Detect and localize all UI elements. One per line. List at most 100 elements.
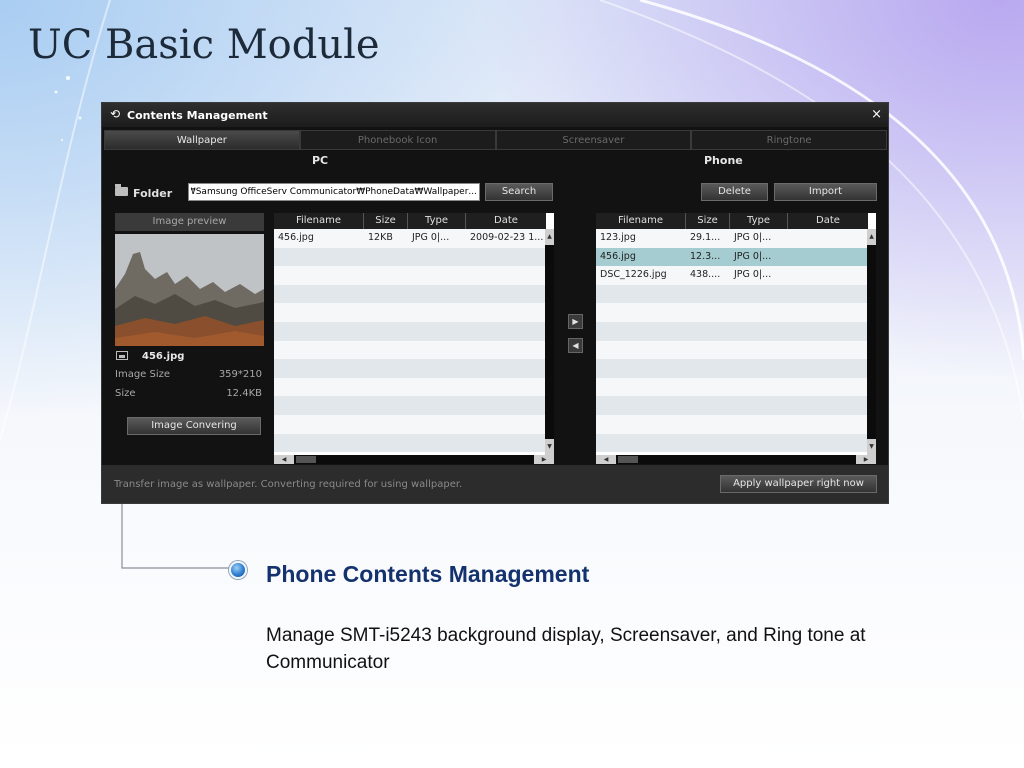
tab-wallpaper[interactable]: Wallpaper: [104, 130, 300, 150]
table-row[interactable]: [596, 321, 868, 341]
import-button[interactable]: Import: [774, 183, 877, 201]
scroll-thumb[interactable]: [296, 456, 316, 463]
phone-section-label: Phone: [704, 154, 743, 167]
size-value: 12.4KB: [226, 388, 262, 399]
table-row[interactable]: [596, 284, 868, 304]
cell-filename: 123.jpg: [600, 232, 636, 243]
image-size-value: 359*210: [218, 369, 262, 380]
pc-vertical-scrollbar[interactable]: ▲ ▼: [545, 229, 554, 455]
cell-size: 438....: [690, 269, 721, 281]
cell-type: JPG 0|...: [734, 250, 772, 262]
scroll-left-icon[interactable]: ◀: [274, 455, 294, 464]
pc-horizontal-scrollbar[interactable]: ◀ ▶: [274, 455, 554, 464]
cell-type: JPG 0|...: [734, 269, 772, 281]
table-row[interactable]: [274, 266, 546, 285]
pc-file-table: Filename Size Type Date 456.jpg 12KB JPG…: [274, 213, 554, 464]
folder-icon: [115, 184, 128, 196]
scroll-down-icon[interactable]: ▼: [867, 439, 876, 455]
table-row[interactable]: [274, 359, 546, 378]
table-row[interactable]: [596, 414, 868, 434]
section-heading: Phone Contents Management: [266, 561, 590, 587]
phone-col-type[interactable]: Type: [730, 213, 788, 229]
refresh-icon: ⟲: [110, 107, 121, 121]
window-title: Contents Management: [127, 109, 268, 122]
table-row[interactable]: [274, 340, 546, 360]
cell-size: 12KB: [368, 232, 393, 243]
tab-ringtone[interactable]: Ringtone: [691, 130, 887, 150]
phone-col-filename[interactable]: Filename: [596, 213, 686, 229]
size-label: Size: [115, 388, 136, 399]
slide-title: UC Basic Module: [28, 22, 380, 68]
scroll-up-icon[interactable]: ▲: [545, 229, 554, 245]
table-row[interactable]: [274, 414, 546, 434]
cell-date: [788, 248, 868, 267]
phone-table-header: Filename Size Type Date: [596, 213, 868, 229]
scroll-right-icon[interactable]: ▶: [534, 455, 554, 464]
pc-section-label: PC: [312, 154, 329, 167]
table-row[interactable]: [274, 396, 546, 415]
cell-type: JPG 0|...: [734, 232, 772, 243]
pc-table-header: Filename Size Type Date: [274, 213, 546, 229]
phone-col-size[interactable]: Size: [686, 213, 730, 229]
cell-date: [788, 229, 868, 248]
scroll-right-icon[interactable]: ▶: [856, 455, 876, 464]
transfer-to-pc-button[interactable]: ◀: [568, 338, 583, 353]
cell-size: 29.1...: [690, 232, 721, 243]
tab-screensaver[interactable]: Screensaver: [495, 130, 692, 150]
table-row[interactable]: [596, 303, 868, 322]
table-row[interactable]: [274, 247, 546, 267]
table-row[interactable]: [274, 303, 546, 322]
pc-table-rows: 456.jpg 12KB JPG 0|... 2009-02-23 1...: [274, 229, 546, 453]
search-button[interactable]: Search: [485, 183, 553, 201]
section-description: Manage SMT-i5243 background display, Scr…: [266, 625, 866, 673]
window-footer: Transfer image as wallpaper. Converting …: [102, 465, 888, 503]
phone-table-rows: 123.jpg 29.1... JPG 0|... 456.jpg 12.3..…: [596, 229, 868, 453]
phone-horizontal-scrollbar[interactable]: ◀ ▶: [596, 455, 876, 464]
folder-path-input[interactable]: [188, 183, 480, 201]
preview-file-name: 456.jpg: [142, 351, 185, 362]
table-row[interactable]: [274, 433, 546, 453]
table-row[interactable]: 456.jpg 12KB JPG 0|... 2009-02-23 1...: [274, 229, 546, 248]
cell-filename: DSC_1226.jpg: [600, 269, 667, 281]
table-row[interactable]: [274, 284, 546, 304]
table-row[interactable]: [596, 340, 868, 360]
table-row-selected[interactable]: 456.jpg 12.3... JPG 0|...: [596, 247, 868, 267]
scroll-up-icon[interactable]: ▲: [867, 229, 876, 245]
scroll-thumb[interactable]: [618, 456, 638, 463]
bullet-icon: [229, 561, 247, 579]
image-preview-header: Image preview: [115, 213, 264, 231]
apply-wallpaper-button[interactable]: Apply wallpaper right now: [720, 475, 877, 493]
pc-col-filename[interactable]: Filename: [274, 213, 364, 229]
pc-col-type[interactable]: Type: [408, 213, 466, 229]
cell-date: [788, 266, 868, 285]
close-icon[interactable]: ×: [871, 107, 882, 122]
pc-col-date[interactable]: Date: [466, 213, 546, 229]
table-row[interactable]: [596, 433, 868, 453]
table-row[interactable]: [596, 396, 868, 415]
table-row[interactable]: [274, 321, 546, 341]
window-titlebar[interactable]: ⟲ Contents Management ×: [102, 103, 888, 127]
picture-icon: [116, 351, 128, 360]
tab-phonebook-icon[interactable]: Phonebook Icon: [299, 130, 496, 150]
cell-date: 2009-02-23 1...: [470, 232, 544, 243]
table-row[interactable]: 123.jpg 29.1... JPG 0|...: [596, 229, 868, 248]
folder-label: Folder: [133, 187, 173, 200]
phone-col-date[interactable]: Date: [788, 213, 868, 229]
delete-button[interactable]: Delete: [701, 183, 768, 201]
table-row[interactable]: [274, 377, 546, 397]
table-row[interactable]: [596, 359, 868, 378]
table-row[interactable]: [596, 377, 868, 397]
contents-management-window: ⟲ Contents Management × Wallpaper Phoneb…: [101, 102, 889, 504]
image-preview-thumbnail: [115, 234, 264, 346]
cell-size: 12.3...: [690, 250, 721, 262]
cell-type: JPG 0|...: [412, 232, 450, 243]
scroll-left-icon[interactable]: ◀: [596, 455, 616, 464]
pc-col-size[interactable]: Size: [364, 213, 408, 229]
table-row[interactable]: DSC_1226.jpg 438.... JPG 0|...: [596, 266, 868, 285]
footer-message: Transfer image as wallpaper. Converting …: [114, 479, 463, 490]
image-converting-button[interactable]: Image Convering: [127, 417, 261, 435]
phone-vertical-scrollbar[interactable]: ▲ ▼: [867, 229, 876, 455]
scroll-down-icon[interactable]: ▼: [545, 439, 554, 455]
transfer-to-phone-button[interactable]: ▶: [568, 314, 583, 329]
phone-file-table: Filename Size Type Date 123.jpg 29.1... …: [596, 213, 876, 464]
